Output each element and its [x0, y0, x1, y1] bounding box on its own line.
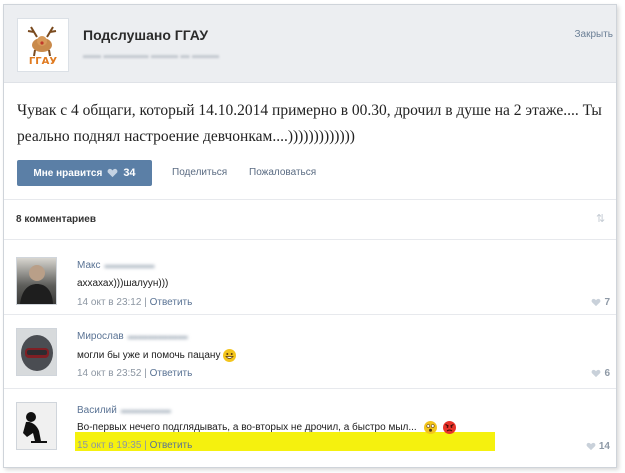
divider: [4, 388, 616, 389]
comment-date[interactable]: 14 окт в 23:12: [77, 297, 141, 308]
comment-like[interactable]: 14: [586, 441, 610, 452]
comment-author[interactable]: Мирослав ▬▬▬▬▬▬: [77, 331, 188, 342]
comment-meta: 14 окт в 23:12 | Ответить: [77, 297, 193, 308]
post-header: ГГАУ Подслушано ГГАУ ▬▬ ▬▬▬▬▬ ▬▬▬ ▬ ▬▬▬ …: [4, 5, 616, 83]
group-name[interactable]: Подслушано ГГАУ: [83, 27, 208, 43]
deer-icon: [27, 26, 57, 57]
like-label: Мне нравится: [33, 167, 103, 179]
like-button[interactable]: Мне нравится 34: [17, 160, 152, 186]
surprised-emoji-icon: [423, 421, 437, 434]
comment-like[interactable]: 6: [591, 368, 610, 379]
reply-link[interactable]: Ответить: [150, 368, 193, 379]
sad-person-photo-icon: [17, 403, 56, 449]
avatar[interactable]: [16, 402, 57, 450]
comment-meta: 15 окт в 19:35 | Ответить: [77, 440, 193, 451]
post-date: ▬▬ ▬▬▬▬▬ ▬▬▬ ▬ ▬▬▬: [83, 50, 220, 60]
comment-text: Во-первых нечего подглядывать, а во-втор…: [77, 421, 456, 434]
heart-icon: [586, 442, 596, 451]
divider: [4, 199, 616, 200]
heart-icon: [592, 298, 601, 307]
heart-icon: [107, 168, 118, 178]
comment-date[interactable]: 15 окт в 19:35: [77, 440, 141, 451]
avatar[interactable]: [16, 257, 57, 305]
divider: [4, 239, 616, 240]
share-link[interactable]: Поделиться: [172, 167, 227, 178]
group-logo-text: ГГАУ: [28, 56, 58, 67]
sort-icon[interactable]: ⇅: [596, 212, 605, 225]
reply-link[interactable]: Ответить: [150, 297, 193, 308]
comment-author[interactable]: Макс ▬▬▬▬▬: [77, 260, 155, 271]
like-count: 34: [123, 167, 136, 179]
helmet-photo-icon: [17, 329, 56, 375]
heart-icon: [592, 369, 601, 378]
comment-date[interactable]: 14 окт в 23:52: [77, 368, 141, 379]
comments-count: 8 комментариев: [16, 214, 97, 225]
divider: [4, 314, 616, 315]
comment-text: аххахах)))шалуун))): [77, 278, 169, 289]
comment-meta: 14 окт в 23:52 | Ответить: [77, 368, 193, 379]
person-photo-icon: [20, 265, 53, 304]
comment-like[interactable]: 7: [591, 297, 610, 308]
post-card: ГГАУ Подслушано ГГАУ ▬▬ ▬▬▬▬▬ ▬▬▬ ▬ ▬▬▬ …: [3, 4, 617, 468]
post-text: Чувак с 4 общаги, который 14.10.2014 при…: [17, 102, 602, 145]
reply-link[interactable]: Ответить: [150, 440, 193, 451]
angry-emoji-icon: [442, 421, 456, 434]
group-avatar[interactable]: ГГАУ: [17, 18, 69, 72]
grin-emoji-icon: [223, 349, 237, 362]
close-link[interactable]: Закрыть: [574, 29, 613, 40]
comment-author[interactable]: Василий ▬▬▬▬▬: [77, 405, 171, 416]
comment-text: могли бы уже и помочь пацану: [77, 349, 237, 362]
report-link[interactable]: Пожаловаться: [249, 167, 316, 178]
avatar[interactable]: [16, 328, 57, 376]
